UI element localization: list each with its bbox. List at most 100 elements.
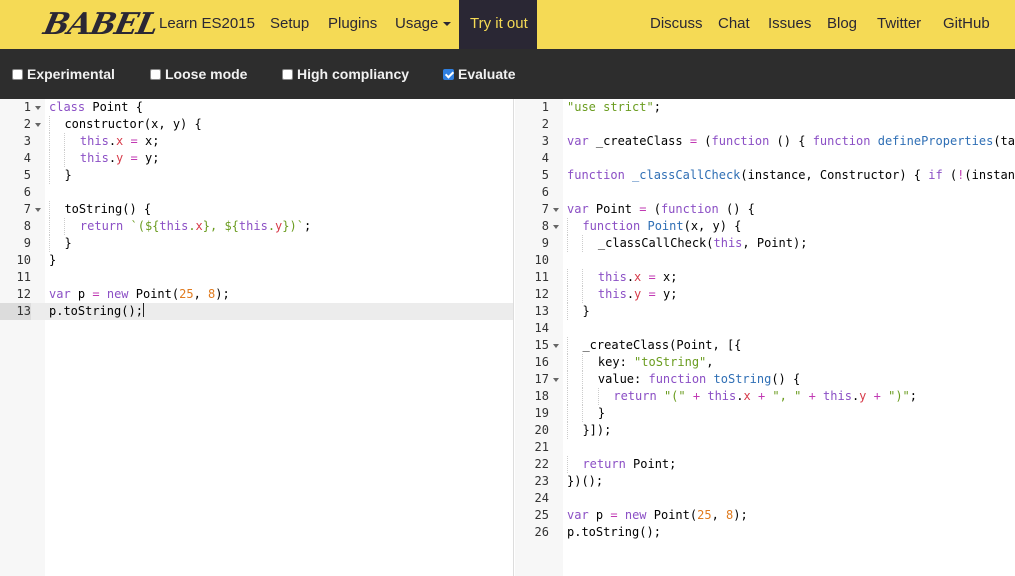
experimental-checkbox[interactable] — [12, 69, 23, 80]
nav-blog[interactable]: Blog — [827, 0, 857, 49]
nav-try-it-out[interactable]: Try it out — [459, 0, 537, 49]
input-code-editor[interactable]: 1 class Point {2 constructor(x, y) {3 thi… — [0, 99, 514, 576]
code-line[interactable]: 9 _classCallCheck(this, Point); — [515, 235, 1015, 252]
line-number: 22 — [534, 457, 549, 471]
line-number: 10 — [534, 253, 549, 267]
code-line[interactable]: 3 this.x = x; — [0, 133, 513, 150]
line-number: 4 — [541, 151, 549, 165]
code-text: function _classCallCheck(instance, Const… — [567, 168, 1015, 182]
line-number: 23 — [534, 474, 549, 488]
code-text: var _createClass = (function () { functi… — [567, 134, 1015, 148]
code-text: })(); — [567, 474, 604, 488]
line-number: 9 — [541, 236, 549, 250]
code-line[interactable]: 6 — [515, 184, 1015, 201]
text-cursor — [142, 303, 144, 317]
option-label: High compliancy — [297, 66, 410, 82]
code-line[interactable]: 5 } — [0, 167, 513, 184]
code-line[interactable]: 11 — [0, 269, 513, 286]
code-line[interactable]: 14 — [515, 320, 1015, 337]
nav-issues[interactable]: Issues — [768, 0, 811, 49]
code-line[interactable]: 23 })(); — [515, 473, 1015, 490]
code-line[interactable]: 19 } — [515, 405, 1015, 422]
code-text: this.y = y; — [567, 286, 677, 303]
code-line[interactable]: 12 var p = new Point(25, 8); — [0, 286, 513, 303]
code-line[interactable]: 1 class Point { — [0, 99, 513, 116]
code-line[interactable]: 8 return `(${this.x}, ${this.y})`; — [0, 218, 513, 235]
code-line[interactable]: 10 — [515, 252, 1015, 269]
line-number: 1 — [541, 100, 549, 114]
code-line[interactable]: 11 this.x = x; — [515, 269, 1015, 286]
code-line[interactable]: 3 var _createClass = (function () { funct… — [515, 133, 1015, 150]
code-text: var p = new Point(25, 8); — [567, 508, 748, 522]
line-number: 5 — [541, 168, 549, 182]
code-text: } — [49, 235, 72, 252]
option-evaluate[interactable]: Evaluate — [443, 49, 516, 99]
nav-github[interactable]: GitHub — [943, 0, 990, 49]
code-line[interactable]: 13 } — [515, 303, 1015, 320]
code-line[interactable]: 17 value: function toString() { — [515, 371, 1015, 388]
line-number: 5 — [23, 168, 31, 182]
code-line[interactable]: 10} — [0, 252, 513, 269]
code-text: } — [49, 253, 57, 267]
line-number: 16 — [534, 355, 549, 369]
nav-learn-es2015[interactable]: Learn ES2015 — [159, 0, 255, 49]
code-text: _createClass(Point, [{ — [567, 337, 742, 354]
code-line[interactable]: 9 } — [0, 235, 513, 252]
fold-arrow-icon[interactable] — [35, 208, 41, 212]
code-line[interactable]: 6 — [0, 184, 513, 201]
babel-logo[interactable]: BABEL — [40, 6, 160, 44]
line-number: 4 — [23, 151, 31, 165]
code-line[interactable]: 7 toString() { — [0, 201, 513, 218]
logo-text: BABEL — [40, 7, 161, 42]
option-high-compliancy[interactable]: High compliancy — [282, 49, 409, 99]
code-text: _classCallCheck(this, Point); — [567, 235, 807, 252]
code-line[interactable]: 26 p.toString(); — [515, 524, 1015, 541]
fold-arrow-icon[interactable] — [553, 344, 559, 348]
option-loose-mode[interactable]: Loose mode — [150, 49, 247, 99]
code-line[interactable]: 2 — [515, 116, 1015, 133]
code-line[interactable]: 21 — [515, 439, 1015, 456]
code-line[interactable]: 7 var Point = (function () { — [515, 201, 1015, 218]
line-number: 11 — [534, 270, 549, 284]
code-line[interactable]: 18 return "(" + this.x + ", " + this.y +… — [515, 388, 1015, 405]
code-line[interactable]: 12 this.y = y; — [515, 286, 1015, 303]
options-bar: Experimental Loose mode High compliancy … — [0, 49, 1015, 99]
fold-arrow-icon[interactable] — [553, 225, 559, 229]
code-line[interactable]: 4 — [515, 150, 1015, 167]
fold-arrow-icon[interactable] — [553, 378, 559, 382]
code-line[interactable]: 25 var p = new Point(25, 8); — [515, 507, 1015, 524]
evaluate-checkbox[interactable] — [443, 69, 454, 80]
line-number: 12 — [16, 287, 31, 301]
code-line[interactable]: 4 this.y = y; — [0, 150, 513, 167]
nav-usage-dropdown[interactable]: Usage — [395, 0, 452, 49]
output-code-editor[interactable]: 1 "use strict"; 2 3 var _createClass = (func… — [515, 99, 1015, 576]
code-text: this.x = x; — [567, 269, 677, 286]
code-text: this.y = y; — [49, 150, 159, 167]
code-text: this.x = x; — [49, 133, 159, 150]
code-line[interactable]: 20 }]); — [515, 422, 1015, 439]
code-line[interactable]: 2 constructor(x, y) { — [0, 116, 513, 133]
code-line[interactable]: 22 return Point; — [515, 456, 1015, 473]
code-text: var Point = (function () { — [567, 202, 755, 216]
high-compliancy-checkbox[interactable] — [282, 69, 293, 80]
fold-arrow-icon[interactable] — [553, 208, 559, 212]
line-number: 17 — [534, 372, 549, 386]
code-line[interactable]: 8 function Point(x, y) { — [515, 218, 1015, 235]
nav-setup[interactable]: Setup — [270, 0, 309, 49]
nav-plugins[interactable]: Plugins — [328, 0, 377, 49]
code-line[interactable]: 15 _createClass(Point, [{ — [515, 337, 1015, 354]
loose-mode-checkbox[interactable] — [150, 69, 161, 80]
fold-arrow-icon[interactable] — [35, 123, 41, 127]
code-line[interactable]: 24 — [515, 490, 1015, 507]
code-line[interactable]: 13 p.toString(); — [0, 303, 513, 320]
nav-twitter[interactable]: Twitter — [877, 0, 921, 49]
code-line[interactable]: 5 function _classCallCheck(instance, Cons… — [515, 167, 1015, 184]
fold-arrow-icon[interactable] — [35, 106, 41, 110]
line-number: 13 — [534, 304, 549, 318]
code-line[interactable]: 16 key: "toString", — [515, 354, 1015, 371]
nav-discuss[interactable]: Discuss — [650, 0, 703, 49]
top-navbar: BABEL Learn ES2015 Setup Plugins Usage T… — [0, 0, 1015, 49]
nav-chat[interactable]: Chat — [718, 0, 750, 49]
option-experimental[interactable]: Experimental — [12, 49, 115, 99]
code-line[interactable]: 1 "use strict"; — [515, 99, 1015, 116]
